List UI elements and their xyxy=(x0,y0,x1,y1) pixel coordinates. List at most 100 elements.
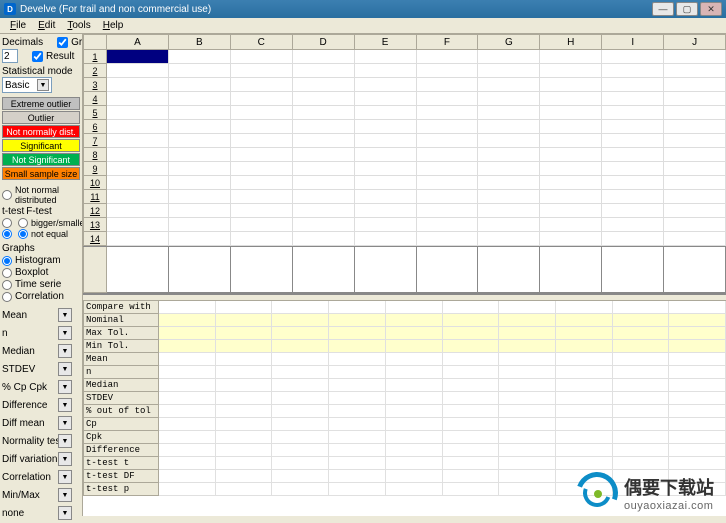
stat-cell[interactable] xyxy=(329,340,386,353)
timeserie-radio[interactable] xyxy=(2,280,12,290)
grid-cell[interactable] xyxy=(417,92,479,106)
grid-cell[interactable] xyxy=(231,120,293,134)
grid-cell[interactable] xyxy=(293,92,355,106)
grid-cell[interactable] xyxy=(231,162,293,176)
stat-cell[interactable] xyxy=(556,340,613,353)
grid-cell[interactable] xyxy=(293,148,355,162)
stat-select[interactable]: Median▼ xyxy=(2,343,80,359)
grid-cell[interactable] xyxy=(169,204,231,218)
stat-mode-select[interactable]: Basic ▼ xyxy=(2,77,52,93)
grid-cell[interactable] xyxy=(664,162,726,176)
stat-row-header[interactable]: Compare with xyxy=(83,301,159,314)
grid-cell[interactable] xyxy=(602,78,664,92)
stat-cell[interactable] xyxy=(499,327,556,340)
maximize-button[interactable]: ▢ xyxy=(676,2,698,16)
stat-cell[interactable] xyxy=(329,457,386,470)
stat-cell[interactable] xyxy=(216,379,273,392)
grid-cell[interactable] xyxy=(417,106,479,120)
stat-cell[interactable] xyxy=(613,301,670,314)
stat-cell[interactable] xyxy=(669,483,726,496)
stat-cell[interactable] xyxy=(499,405,556,418)
stat-cell[interactable] xyxy=(443,444,500,457)
stat-cell[interactable] xyxy=(216,405,273,418)
grid-cell[interactable] xyxy=(540,64,602,78)
menu-file[interactable]: File xyxy=(4,20,32,31)
stat-cell[interactable] xyxy=(669,301,726,314)
stat-cell[interactable] xyxy=(386,444,443,457)
stat-cell[interactable] xyxy=(443,483,500,496)
grid-cell[interactable] xyxy=(478,92,540,106)
graph-checkbox[interactable] xyxy=(57,37,68,48)
grid-cell[interactable] xyxy=(664,64,726,78)
stat-cell[interactable] xyxy=(272,353,329,366)
grid-cell[interactable] xyxy=(231,92,293,106)
grid-cell[interactable] xyxy=(602,120,664,134)
grid-cell[interactable] xyxy=(231,218,293,232)
stat-row-header[interactable]: Min Tol. xyxy=(83,340,159,353)
grid-cell[interactable] xyxy=(355,64,417,78)
grid-cell[interactable] xyxy=(293,120,355,134)
grid-cell[interactable] xyxy=(540,120,602,134)
stat-select[interactable]: Correlation▼ xyxy=(2,469,80,485)
grid-cell[interactable] xyxy=(540,148,602,162)
stat-cell[interactable] xyxy=(329,431,386,444)
stat-cell[interactable] xyxy=(386,353,443,366)
stat-cell[interactable] xyxy=(669,340,726,353)
grid-cell[interactable] xyxy=(417,148,479,162)
stat-cell[interactable] xyxy=(272,327,329,340)
menu-edit[interactable]: Edit xyxy=(32,20,61,31)
stat-cell[interactable] xyxy=(272,457,329,470)
grid-cell[interactable] xyxy=(417,134,479,148)
grid-cell[interactable] xyxy=(169,162,231,176)
stat-cell[interactable] xyxy=(669,392,726,405)
stat-select[interactable]: Mean▼ xyxy=(2,307,80,323)
grid-cell[interactable] xyxy=(540,78,602,92)
stat-cell[interactable] xyxy=(216,444,273,457)
grid-cell[interactable] xyxy=(293,176,355,190)
stat-cell[interactable] xyxy=(556,327,613,340)
grid-cell[interactable] xyxy=(355,218,417,232)
grid-cell[interactable] xyxy=(478,232,540,246)
stat-cell[interactable] xyxy=(159,353,216,366)
stat-cell[interactable] xyxy=(386,327,443,340)
grid-cell[interactable] xyxy=(293,134,355,148)
grid-cell[interactable] xyxy=(478,50,540,64)
stats-grid[interactable]: Compare withNominalMax Tol.Min Tol.Meann… xyxy=(83,301,726,516)
stat-cell[interactable] xyxy=(386,457,443,470)
stat-cell[interactable] xyxy=(499,431,556,444)
histogram-radio[interactable] xyxy=(2,256,12,266)
grid-cell[interactable] xyxy=(478,204,540,218)
stat-cell[interactable] xyxy=(386,301,443,314)
grid-cell[interactable] xyxy=(231,176,293,190)
stat-cell[interactable] xyxy=(556,314,613,327)
not-normally-button[interactable]: Not normally dist. xyxy=(2,125,80,138)
stat-cell[interactable] xyxy=(216,392,273,405)
grid-cell[interactable] xyxy=(540,92,602,106)
grid-cell[interactable] xyxy=(107,50,169,64)
stat-row-header[interactable]: Median xyxy=(83,379,159,392)
stat-cell[interactable] xyxy=(669,314,726,327)
grid-cell[interactable] xyxy=(602,134,664,148)
stat-cell[interactable] xyxy=(329,379,386,392)
stat-cell[interactable] xyxy=(669,327,726,340)
grid-cell[interactable] xyxy=(664,78,726,92)
grid-cell[interactable] xyxy=(169,232,231,246)
stat-cell[interactable] xyxy=(613,340,670,353)
grid-cell[interactable] xyxy=(293,162,355,176)
stat-cell[interactable] xyxy=(159,418,216,431)
stat-cell[interactable] xyxy=(613,379,670,392)
grid-cell[interactable] xyxy=(107,92,169,106)
stat-cell[interactable] xyxy=(329,314,386,327)
row-header[interactable]: 10 xyxy=(83,176,107,190)
stat-cell[interactable] xyxy=(613,457,670,470)
data-grid[interactable]: ABCDEFGHIJ 1234567891011121314 xyxy=(83,34,726,247)
stat-cell[interactable] xyxy=(216,340,273,353)
stat-cell[interactable] xyxy=(613,418,670,431)
stat-cell[interactable] xyxy=(386,379,443,392)
stat-cell[interactable] xyxy=(159,444,216,457)
stat-cell[interactable] xyxy=(329,470,386,483)
grid-cell[interactable] xyxy=(293,50,355,64)
grid-cell[interactable] xyxy=(107,78,169,92)
grid-cell[interactable] xyxy=(107,176,169,190)
row-header[interactable]: 6 xyxy=(83,120,107,134)
